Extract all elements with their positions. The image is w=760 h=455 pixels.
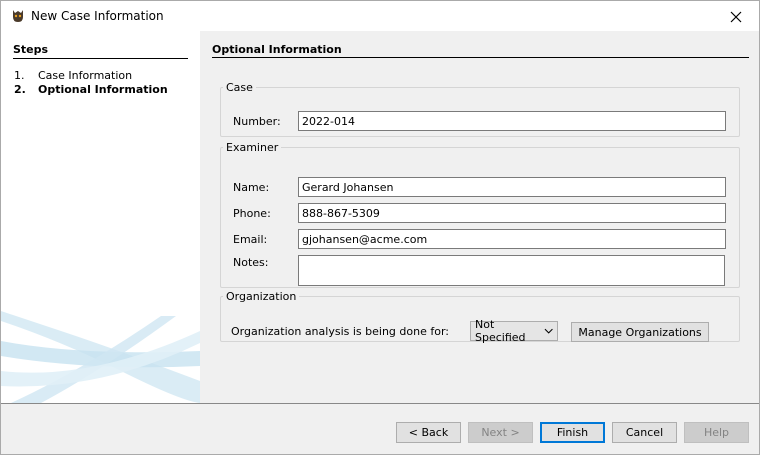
step-label: Optional Information	[38, 83, 168, 96]
organization-prompt: Organization analysis is being done for:	[231, 325, 449, 338]
organization-group: Organization Organization analysis is be…	[220, 290, 740, 344]
examiner-name-input[interactable]	[298, 177, 726, 197]
footer-divider	[1, 403, 759, 404]
examiner-group: Examiner Name: Phone: Email: Notes:	[220, 141, 740, 288]
next-button[interactable]: Next >	[468, 422, 533, 443]
title-divider	[212, 57, 749, 58]
decorative-swoosh	[1, 311, 200, 403]
step-number: 1.	[14, 69, 25, 82]
case-number-input[interactable]	[298, 111, 726, 131]
close-button[interactable]	[713, 1, 759, 32]
manage-organizations-button[interactable]: Manage Organizations	[571, 322, 709, 342]
case-group: Case Number:	[220, 81, 740, 137]
step-number: 2.	[14, 83, 26, 96]
phone-label: Phone:	[233, 207, 271, 220]
back-button[interactable]: < Back	[396, 422, 461, 443]
title-bar: New Case Information	[0, 0, 760, 31]
name-label: Name:	[233, 181, 270, 194]
organization-legend: Organization	[226, 290, 297, 303]
steps-panel: Steps 1. Case Information 2. Optional Info…	[1, 31, 200, 403]
step-optional-information: 2. Optional Information	[14, 83, 168, 96]
step-label: Case Information	[38, 69, 133, 82]
chevron-down-icon	[544, 328, 553, 334]
window-title: New Case Information	[31, 9, 164, 23]
examiner-legend: Examiner	[226, 141, 279, 154]
case-legend: Case	[226, 81, 253, 94]
organization-selected-value: Not Specified	[475, 318, 526, 344]
close-icon	[730, 11, 742, 22]
examiner-notes-textarea[interactable]	[298, 255, 725, 286]
number-label: Number:	[233, 115, 281, 128]
finish-button[interactable]: Finish	[540, 422, 605, 443]
content-panel: Optional Information Case Number: Examin…	[200, 31, 759, 403]
autopsy-logo-icon	[13, 10, 23, 22]
email-label: Email:	[233, 233, 268, 246]
cancel-button[interactable]: Cancel	[612, 422, 677, 443]
examiner-email-input[interactable]	[298, 229, 726, 249]
help-button[interactable]: Help	[684, 422, 749, 443]
steps-divider	[13, 58, 188, 59]
step-case-information: 1. Case Information	[14, 69, 132, 82]
page-title: Optional Information	[212, 43, 342, 56]
steps-header: Steps	[13, 43, 49, 56]
examiner-phone-input[interactable]	[298, 203, 726, 223]
wizard-window: Steps 1. Case Information 2. Optional Info…	[0, 31, 760, 455]
notes-label: Notes:	[233, 256, 269, 269]
organization-select[interactable]: Not Specified	[470, 318, 558, 344]
